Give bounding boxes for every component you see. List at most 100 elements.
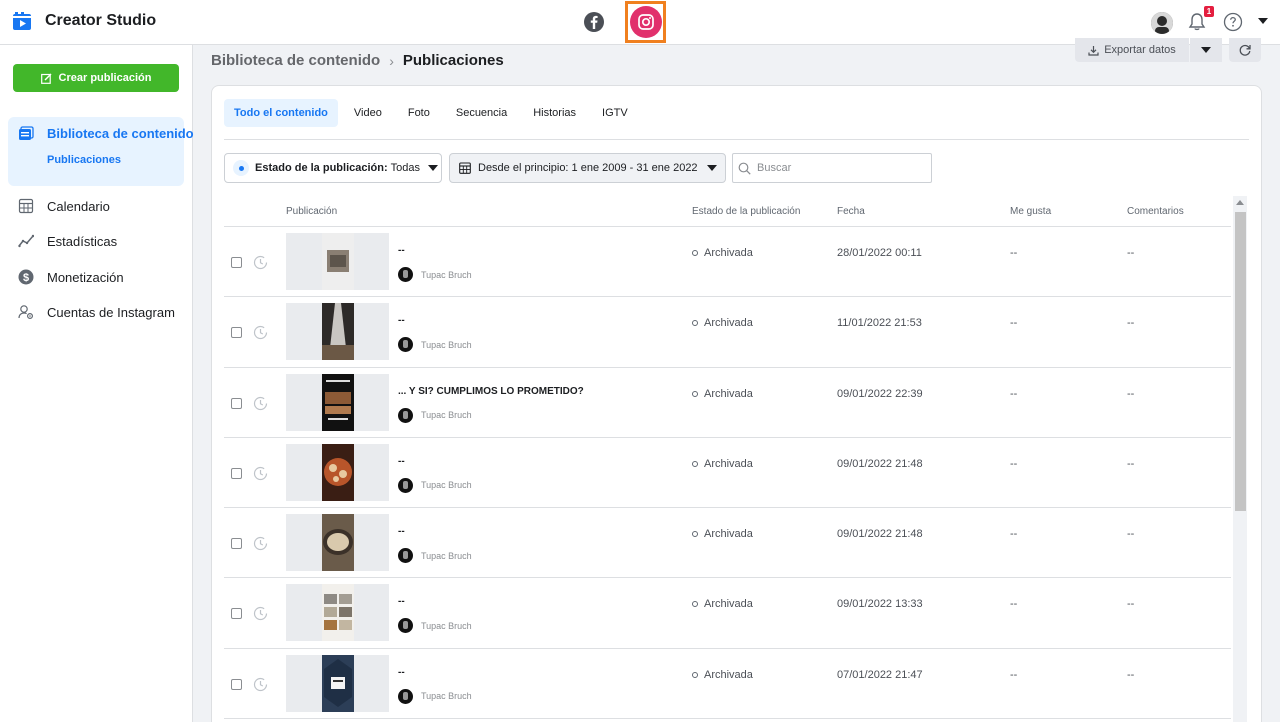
row-checkbox[interactable] [231,397,242,409]
history-clock-icon[interactable] [253,325,268,340]
post-comments: -- [1127,668,1135,681]
status-ring-icon [692,390,698,397]
sidebar-item-stats[interactable]: Estadísticas [18,233,117,249]
search-box[interactable] [732,153,932,183]
post-title[interactable]: ... Y SI? CUMPLIMOS LO PROMETIDO? [398,386,584,397]
status-filter-value: Todas [390,162,420,174]
sidebar-item-instagram-accounts[interactable]: Cuentas de Instagram [18,304,175,320]
table-row[interactable]: -- Tupac Bruch Archivada 09/01/2022 21:4… [224,508,1231,579]
post-author: Tupac Bruch [398,548,472,564]
breadcrumb-parent[interactable]: Biblioteca de contenido [211,52,380,69]
account-menu-chevron-down-icon[interactable] [1258,18,1268,24]
sidebar-item-monetization[interactable]: $ Monetización [18,269,124,285]
search-input[interactable] [757,162,927,174]
history-clock-icon[interactable] [253,677,268,692]
brand[interactable]: Creator Studio [12,11,156,31]
history-clock-icon[interactable] [253,255,268,270]
history-clock-icon[interactable] [253,396,268,411]
table-row[interactable]: -- Tupac Bruch Archivada 28/01/2022 00:1… [224,227,1231,298]
row-checkbox[interactable] [231,678,242,690]
table-row[interactable]: -- Tupac Bruch Archivada 07/01/2022 21:4… [224,649,1231,720]
date-range-dropdown[interactable]: Desde el principio: 1 ene 2009 - 31 ene … [449,153,726,183]
help-icon[interactable] [1223,12,1243,32]
post-thumbnail[interactable] [286,514,389,572]
create-post-button[interactable]: Crear publicación [13,64,179,92]
export-data-button[interactable]: Exportar datos [1075,38,1189,62]
post-title[interactable]: -- [398,667,405,678]
status-filter-dropdown[interactable]: Estado de la publicación: Todas [224,153,442,183]
post-status: Archivada [692,388,753,400]
table-row[interactable]: -- Tupac Bruch Archivada 09/01/2022 21:4… [224,438,1231,509]
history-clock-icon[interactable] [253,536,268,551]
sidebar-item-label: Biblioteca de contenido [47,126,194,141]
app-title: Creator Studio [45,12,157,29]
post-thumbnail[interactable] [286,373,389,431]
stats-icon [18,234,34,248]
post-title[interactable]: -- [398,526,405,537]
post-thumbnail[interactable] [286,303,389,361]
table-header: Publicación Estado de la publicación Fec… [224,196,1231,227]
sidebar-item-content-library[interactable]: Biblioteca de contenido Publicaciones [8,117,194,186]
post-thumbnail[interactable] [286,584,389,642]
status-filter-label: Estado de la publicación: [255,162,388,174]
refresh-button[interactable] [1229,38,1261,62]
instagram-button[interactable] [625,1,666,43]
post-title[interactable]: -- [398,456,405,467]
post-status: Archivada [692,528,753,540]
tab-photo[interactable]: Foto [398,99,440,127]
post-thumbnail[interactable] [286,443,389,501]
post-likes: -- [1010,668,1018,681]
post-comments: -- [1127,457,1135,470]
table-row[interactable]: ... Y SI? CUMPLIMOS LO PROMETIDO? Tupac … [224,368,1231,438]
column-header-comments[interactable]: Comentarios [1127,206,1184,217]
column-header-date[interactable]: Fecha [837,206,865,217]
post-author: Tupac Bruch [398,337,472,353]
row-checkbox[interactable] [231,327,242,339]
status-ring-icon [692,671,698,678]
post-likes: -- [1010,528,1018,541]
history-clock-icon[interactable] [253,606,268,621]
post-comments: -- [1127,387,1135,400]
row-checkbox[interactable] [231,467,242,479]
tab-stories[interactable]: Historias [523,99,586,127]
post-likes: -- [1010,387,1018,400]
status-text: Archivada [704,668,753,681]
author-avatar [398,548,413,564]
post-comments: -- [1127,528,1135,541]
column-header-status[interactable]: Estado de la publicación [692,206,800,217]
column-header-likes[interactable]: Me gusta [1010,206,1051,217]
scroll-up-arrow-icon[interactable] [1236,200,1244,205]
post-title[interactable]: -- [398,245,405,256]
post-likes: -- [1010,317,1018,330]
svg-text:$: $ [23,272,29,284]
facebook-icon[interactable] [583,11,605,33]
post-author: Tupac Bruch [398,407,472,423]
post-title[interactable]: -- [398,596,405,607]
creator-studio-logo-icon [13,12,31,30]
posts-table-body: -- Tupac Bruch Archivada 28/01/2022 00:1… [224,227,1231,720]
sidebar: Crear publicación Biblioteca de contenid… [0,45,194,722]
tab-video[interactable]: Video [344,99,392,127]
post-title[interactable]: -- [398,315,405,326]
row-checkbox[interactable] [231,608,242,620]
chevron-down-icon [1201,47,1211,53]
user-avatar[interactable] [1151,12,1173,34]
tab-carousel[interactable]: Secuencia [446,99,517,127]
create-post-label: Crear publicación [58,72,152,84]
table-row[interactable]: -- Tupac Bruch Archivada 11/01/2022 21:5… [224,297,1231,368]
tab-all-content[interactable]: Todo el contenido [224,99,338,127]
sidebar-item-calendar[interactable]: Calendario [18,198,110,214]
history-clock-icon[interactable] [253,466,268,481]
row-checkbox[interactable] [231,538,242,550]
post-thumbnail[interactable] [286,233,389,290]
table-row[interactable]: -- Tupac Bruch Archivada 09/01/2022 13:3… [224,578,1231,649]
post-thumbnail[interactable] [286,654,389,712]
tab-igtv[interactable]: IGTV [592,99,638,127]
column-header-publication[interactable]: Publicación [286,206,337,217]
table-scrollbar[interactable] [1233,196,1247,722]
sidebar-subitem-publications[interactable]: Publicaciones [47,154,121,166]
export-options-button[interactable] [1190,38,1222,62]
scrollbar-thumb[interactable] [1235,212,1246,511]
status-text: Archivada [704,387,753,400]
row-checkbox[interactable] [231,257,242,268]
